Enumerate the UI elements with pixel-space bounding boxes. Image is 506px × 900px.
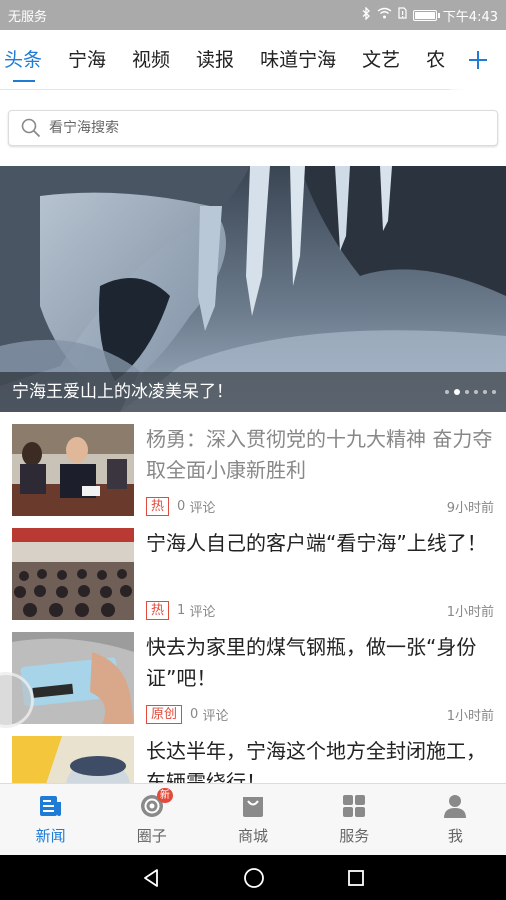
- news-thumbnail: [12, 736, 134, 783]
- news-time: 9小时前: [446, 501, 494, 516]
- news-tag: 热: [146, 601, 170, 620]
- user-icon: [444, 795, 467, 818]
- tab-culture[interactable]: 文艺: [349, 30, 413, 89]
- plus-icon: [469, 50, 487, 69]
- bottom-navigation: 新闻 新 圈子 商城 服务 我: [0, 783, 506, 855]
- bluetooth-icon: [362, 5, 371, 24]
- tab-ninghai[interactable]: 宁海: [55, 30, 119, 89]
- news-list: 杨勇：深入贯彻党的十九大精神 奋力夺取全面小康新胜利 热 0 评论 9小时前 宁…: [0, 418, 506, 783]
- carousel-dot: [483, 390, 487, 394]
- news-item[interactable]: 杨勇：深入贯彻党的十九大精神 奋力夺取全面小康新胜利 热 0 评论 9小时前: [0, 418, 506, 522]
- news-tag: 原创: [146, 705, 183, 724]
- search-icon: [21, 118, 41, 138]
- clock-text: 下午4:43: [442, 9, 498, 25]
- recents-icon[interactable]: [347, 869, 365, 887]
- news-item[interactable]: 快去为家里的煤气钢瓶，做一张“身份证”吧！ 原创 0 评论 1小时前: [0, 626, 506, 730]
- news-meta: 热 0 评论 9小时前: [146, 497, 494, 516]
- new-badge: 新: [156, 788, 173, 803]
- nav-label: 新闻: [35, 827, 66, 845]
- news-body: 快去为家里的煤气钢瓶，做一张“身份证”吧！ 原创 0 评论 1小时前: [146, 632, 494, 728]
- comment-label: 评论: [189, 501, 216, 516]
- nav-news[interactable]: 新闻: [0, 784, 101, 855]
- carousel-indicator: [445, 389, 496, 395]
- tab-video[interactable]: 视频: [119, 30, 183, 89]
- nav-mall[interactable]: 商城: [202, 784, 303, 855]
- news-body: 杨勇：深入贯彻党的十九大精神 奋力夺取全面小康新胜利 热 0 评论 9小时前: [146, 424, 494, 520]
- news-thumbnail: [12, 528, 134, 620]
- search-bar[interactable]: [8, 110, 498, 146]
- news-meta: 原创 0 评论 1小时前: [146, 705, 494, 724]
- comment-label: 评论: [189, 605, 216, 620]
- news-body: 宁海人自己的客户端“看宁海”上线了！ 热 1 评论 1小时前: [146, 528, 494, 624]
- nav-label: 服务: [339, 827, 370, 845]
- banner-carousel[interactable]: 宁海王爱山上的冰凌美呆了！: [0, 166, 506, 412]
- news-meta: 热 1 评论 1小时前: [146, 601, 494, 620]
- carousel-dot: [492, 390, 496, 394]
- nav-circle[interactable]: 新 圈子: [101, 784, 202, 855]
- news-item[interactable]: 宁海人自己的客户端“看宁海”上线了！ 热 1 评论 1小时前: [0, 522, 506, 626]
- nav-label: 商城: [238, 827, 269, 845]
- carousel-dot: [445, 390, 449, 394]
- comment-count: 1: [177, 603, 186, 618]
- carousel-dot: [465, 390, 469, 394]
- battery-icon: [412, 9, 440, 21]
- wifi-icon: [377, 7, 392, 23]
- tab-taste-ninghai[interactable]: 味道宁海: [247, 30, 349, 89]
- news-icon: [39, 796, 61, 816]
- comment-label: 评论: [202, 709, 229, 724]
- news-thumbnail: [12, 424, 134, 516]
- tab-agriculture[interactable]: 农: [413, 30, 450, 89]
- news-time: 1小时前: [446, 709, 494, 724]
- news-title: 快去为家里的煤气钢瓶，做一张“身份证”吧！: [146, 635, 477, 690]
- back-icon[interactable]: [141, 868, 161, 888]
- channel-tabs: 头条 宁海 视频 读报 味道宁海 文艺 农: [0, 29, 506, 90]
- carrier-text: 无服务: [8, 9, 48, 25]
- news-body: 长达半年，宁海这个地方全封闭施工，车辆需绕行！: [146, 736, 494, 783]
- tab-newspaper[interactable]: 读报: [183, 30, 247, 89]
- news-tag: 热: [146, 497, 170, 516]
- shopping-bag-icon: [243, 797, 263, 817]
- nav-label: 我: [447, 827, 463, 845]
- nav-services[interactable]: 服务: [304, 784, 405, 855]
- search-input[interactable]: [49, 120, 449, 136]
- tab-headline[interactable]: 头条: [0, 30, 55, 89]
- news-title: 杨勇：深入贯彻党的十九大精神 奋力夺取全面小康新胜利: [146, 427, 493, 482]
- grid-icon: [343, 795, 366, 817]
- comment-count: 0: [177, 499, 186, 514]
- system-navigation-bar: [0, 855, 506, 900]
- news-title: 长达半年，宁海这个地方全封闭施工，车辆需绕行！: [146, 739, 486, 783]
- carousel-dot: [474, 390, 478, 394]
- add-channel-button[interactable]: [450, 29, 506, 90]
- home-icon[interactable]: [243, 867, 265, 889]
- status-bar: 无服务 下午4:43: [0, 0, 506, 30]
- tab-scroll: 头条 宁海 视频 读报 味道宁海 文艺 农: [0, 30, 450, 89]
- banner-caption: 宁海王爱山上的冰凌美呆了！: [0, 372, 506, 412]
- news-time: 1小时前: [446, 605, 494, 620]
- comment-count: 0: [190, 707, 199, 722]
- nav-me[interactable]: 我: [405, 784, 506, 855]
- carousel-dot: [454, 389, 460, 395]
- sim-alert-icon: [398, 7, 407, 23]
- news-item[interactable]: 长达半年，宁海这个地方全封闭施工，车辆需绕行！: [0, 730, 506, 783]
- nav-label: 圈子: [136, 827, 167, 845]
- news-title: 宁海人自己的客户端“看宁海”上线了！: [146, 531, 487, 555]
